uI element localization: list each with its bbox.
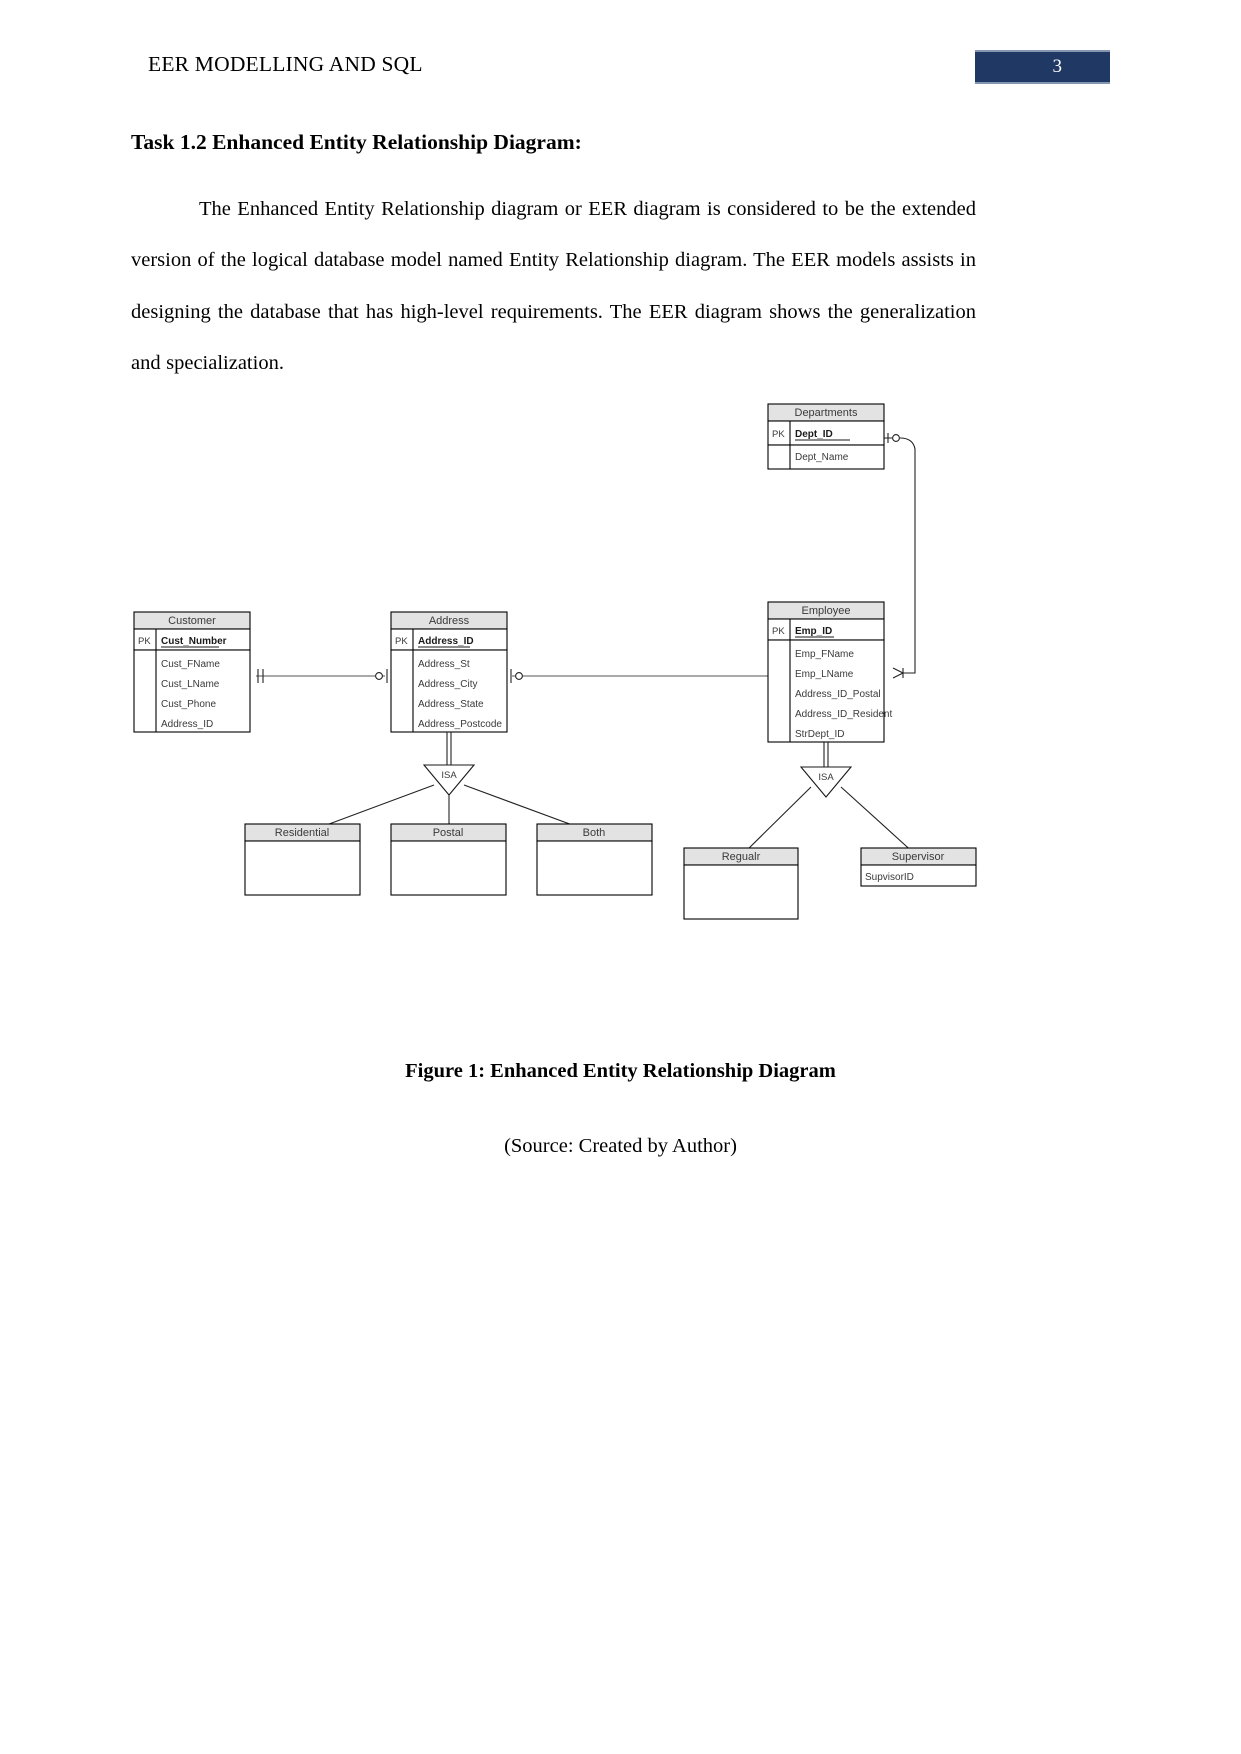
entity-attribute: StrDept_ID — [795, 729, 844, 740]
page-header: EER MODELLING AND SQL 3 — [0, 50, 1241, 90]
entity-attribute: Emp_FName — [795, 649, 854, 660]
figure-source: (Source: Created by Author) — [504, 1135, 737, 1157]
entity-customer[interactable]: Customer PK Cust_Number Cust_FName Cust_… — [133, 611, 251, 733]
entity-attribute: Address_ID_Postal — [795, 689, 881, 700]
entity-key: Dept_ID — [795, 429, 833, 440]
subtype-title: Residential — [275, 827, 329, 839]
isa-label: ISA — [441, 770, 457, 781]
page-number-badge: 3 — [975, 50, 1110, 84]
header-title: EER MODELLING AND SQL — [148, 52, 423, 76]
subtype-attribute: SupvisorID — [865, 872, 914, 883]
subtype-title: Regualr — [722, 851, 761, 863]
subtype-title: Supervisor — [892, 851, 945, 863]
entity-key: Address_ID — [418, 636, 474, 647]
pk-label: PK — [772, 429, 785, 440]
entity-attribute: Cust_LName — [161, 679, 220, 690]
relationship-customer-address — [256, 669, 388, 683]
relationship-departments-employee — [884, 433, 916, 679]
subtype-supervisor[interactable]: Supervisor SupvisorID — [860, 847, 977, 887]
subtype-title: Postal — [433, 827, 464, 839]
entity-attribute: Address_State — [418, 699, 484, 710]
entity-attribute: Cust_FName — [161, 659, 220, 670]
entity-employee[interactable]: Employee PK Emp_ID Emp_FName Emp_LName A… — [767, 601, 892, 743]
entity-attribute: Emp_LName — [795, 669, 854, 680]
entity-attribute: Address_Postcode — [418, 719, 502, 730]
subtype-postal[interactable]: Postal — [390, 823, 507, 896]
entity-title: Departments — [795, 407, 858, 419]
entity-key: Emp_ID — [795, 626, 832, 637]
entity-attribute: Address_City — [418, 679, 477, 690]
pk-label: PK — [772, 626, 785, 637]
entity-address[interactable]: Address PK Address_ID Address_St Address… — [390, 611, 508, 733]
entity-attribute: Address_St — [418, 659, 470, 670]
entity-attribute: Cust_Phone — [161, 699, 216, 710]
entity-attribute: Address_ID — [161, 719, 213, 730]
body-paragraph: The Enhanced Entity Relationship diagram… — [131, 197, 976, 375]
subtype-residential[interactable]: Residential — [244, 823, 361, 896]
generalization-employee: ISA — [741, 742, 917, 856]
subtype-both[interactable]: Both — [536, 823, 653, 896]
entity-departments[interactable]: Departments PK Dept_ID Dept_Name — [767, 403, 885, 470]
pk-label: PK — [395, 636, 408, 647]
eer-diagram: Departments PK Dept_ID Dept_Name Custome… — [0, 395, 1241, 940]
section-heading: Task 1.2 Enhanced Entity Relationship Di… — [131, 130, 582, 154]
figure-caption: Figure 1: Enhanced Entity Relationship D… — [405, 1060, 836, 1082]
pk-label: PK — [138, 636, 151, 647]
entity-attribute: Dept_Name — [795, 452, 849, 463]
isa-label: ISA — [818, 772, 834, 783]
entity-key: Cust_Number — [161, 636, 227, 647]
generalization-address: ISA — [304, 732, 595, 834]
entity-attribute: Address_ID_Resident — [795, 709, 892, 720]
entity-title: Customer — [168, 615, 216, 627]
document-content: Task 1.2 Enhanced Entity Relationship Di… — [131, 130, 976, 390]
entity-title: Address — [429, 615, 470, 627]
entity-title: Employee — [802, 605, 851, 617]
subtype-regualr[interactable]: Regualr — [683, 847, 799, 920]
page-number: 3 — [1052, 56, 1063, 77]
subtype-title: Both — [583, 827, 606, 839]
